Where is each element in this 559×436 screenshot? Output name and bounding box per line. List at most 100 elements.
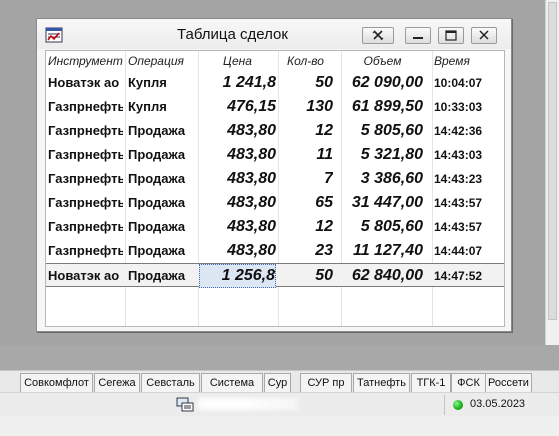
status-date: 03.05.2023 bbox=[470, 398, 526, 410]
trades-table[interactable]: Инструмент Операция Цена Кол-во Объем Вр… bbox=[45, 50, 505, 327]
instrument-tab[interactable]: Система bbox=[201, 373, 263, 392]
cell-instrument: Новатэк ао bbox=[48, 75, 120, 90]
cell-instrument: Газпрнефть bbox=[48, 123, 123, 138]
cell-price: 483,80 bbox=[227, 194, 276, 211]
connection-status-led bbox=[453, 400, 463, 410]
cell-time: 14:47:52 bbox=[434, 269, 483, 283]
pin-button[interactable] bbox=[362, 27, 394, 44]
minimize-icon bbox=[413, 37, 423, 39]
table-row[interactable]: Газпрнефть Продажа 483,80 23 11 127,40 14:44:… bbox=[46, 239, 504, 263]
cell-price: 476,15 bbox=[227, 98, 276, 115]
cell-quantity: 50 bbox=[315, 267, 333, 284]
maximize-button[interactable] bbox=[438, 27, 464, 44]
window-title: Таблица сделок bbox=[177, 26, 288, 43]
cell-price: 483,80 bbox=[227, 242, 276, 259]
cell-instrument: Газпрнефть bbox=[48, 147, 123, 162]
instrument-tab[interactable]: Сегежа bbox=[94, 373, 140, 392]
cell-quantity: 11 bbox=[316, 146, 333, 163]
cell-quantity: 50 bbox=[315, 74, 333, 91]
instrument-tab[interactable]: Россети bbox=[485, 373, 532, 392]
header-time[interactable]: Время bbox=[434, 51, 496, 71]
instrument-tabs: Совкомфлот Сегежа Севсталь Система Сур СУР пр… bbox=[0, 370, 559, 392]
cell-quantity: 130 bbox=[306, 98, 333, 115]
cell-price: 483,80 bbox=[227, 122, 276, 139]
status-divider bbox=[444, 395, 445, 415]
table-row[interactable]: Газпрнефть Купля 476,15 130 61 899,50 10:33:0… bbox=[46, 95, 504, 119]
table-row[interactable]: Газпрнефть Продажа 483,80 11 5 321,80 14:43:0… bbox=[46, 143, 504, 167]
cell-instrument: Новатэк ао bbox=[48, 268, 120, 283]
pin-icon bbox=[372, 30, 384, 41]
cell-time: 14:43:57 bbox=[434, 196, 483, 210]
cell-instrument: Газпрнефть bbox=[48, 195, 123, 210]
redacted-account bbox=[198, 398, 298, 410]
cell-quantity: 7 bbox=[324, 170, 333, 187]
cell-operation: Продажа bbox=[128, 123, 186, 138]
table-header: Инструмент Операция Цена Кол-во Объем Вр… bbox=[46, 51, 504, 71]
close-button[interactable] bbox=[471, 27, 497, 44]
window-titlebar[interactable]: Таблица сделок bbox=[37, 19, 511, 49]
cell-operation: Продажа bbox=[128, 243, 186, 258]
instrument-tab[interactable]: Совкомфлот bbox=[20, 373, 93, 392]
cell-operation: Продажа bbox=[128, 268, 186, 283]
cell-operation: Продажа bbox=[128, 171, 186, 186]
cell-instrument: Газпрнефть bbox=[48, 171, 123, 186]
instrument-tab[interactable]: ТГК-1 bbox=[411, 373, 451, 392]
instrument-tab[interactable]: Сур bbox=[264, 373, 291, 392]
cell-price: 483,80 bbox=[227, 170, 276, 187]
cell-quantity: 23 bbox=[315, 242, 333, 259]
table-row[interactable]: Газпрнефть Продажа 483,80 65 31 447,00 14:43:… bbox=[46, 191, 504, 215]
cell-price: 1 256,8 bbox=[199, 264, 276, 288]
cell-volume: 5 805,60 bbox=[360, 122, 423, 139]
cell-operation: Купля bbox=[128, 75, 167, 90]
cell-time: 14:44:07 bbox=[434, 244, 483, 258]
trades-window: Таблица сделок Инструмент Операция Цена … bbox=[36, 18, 512, 332]
cell-volume: 62 090,00 bbox=[351, 74, 423, 91]
table-row[interactable]: Новатэк ао Купля 1 241,8 50 62 090,00 10:04:0… bbox=[46, 71, 504, 95]
cell-operation: Купля bbox=[128, 99, 167, 114]
cell-quantity: 12 bbox=[315, 218, 333, 235]
cell-time: 14:42:36 bbox=[434, 124, 483, 138]
cell-operation: Продажа bbox=[128, 219, 186, 234]
taskbar-area bbox=[0, 416, 559, 436]
table-row[interactable]: Газпрнефть Продажа 483,80 7 3 386,60 14:43:23 bbox=[46, 167, 504, 191]
table-row[interactable]: Новатэк ао Продажа 1 256,8 50 62 840,00 14:47… bbox=[46, 263, 504, 288]
cell-volume: 31 447,00 bbox=[351, 194, 423, 211]
cell-volume: 5 805,60 bbox=[360, 218, 423, 235]
cell-volume: 3 386,60 bbox=[360, 170, 423, 187]
instrument-tab[interactable]: Севсталь bbox=[141, 373, 200, 392]
cell-time: 10:33:03 bbox=[434, 100, 483, 114]
minimize-button[interactable] bbox=[405, 27, 431, 44]
instrument-tab[interactable]: ФСК bbox=[451, 373, 486, 392]
cell-volume: 61 899,50 bbox=[351, 98, 423, 115]
table-row[interactable]: Газпрнефть Продажа 483,80 12 5 805,60 14:42:3… bbox=[46, 119, 504, 143]
maximize-icon bbox=[445, 30, 457, 41]
header-instrument[interactable]: Инструмент bbox=[48, 51, 123, 71]
cell-instrument: Газпрнефть bbox=[48, 243, 123, 258]
header-volume[interactable]: Объем bbox=[342, 51, 423, 71]
cell-instrument: Газпрнефть bbox=[48, 99, 123, 114]
table-row[interactable]: Газпрнефть Продажа 483,80 12 5 805,60 14:43:5… bbox=[46, 215, 504, 239]
cell-operation: Продажа bbox=[128, 195, 186, 210]
close-icon bbox=[479, 30, 489, 40]
header-quantity[interactable]: Кол-во bbox=[278, 51, 333, 71]
scrollbar-thumb[interactable] bbox=[548, 2, 557, 320]
header-price[interactable]: Цена bbox=[199, 51, 276, 71]
cell-volume: 11 127,40 bbox=[353, 242, 423, 259]
instrument-tab[interactable]: Татнефть bbox=[353, 373, 410, 392]
cell-quantity: 65 bbox=[315, 194, 333, 211]
cell-operation: Продажа bbox=[128, 147, 186, 162]
cell-price: 483,80 bbox=[227, 218, 276, 235]
header-operation[interactable]: Операция bbox=[128, 51, 198, 71]
cell-price: 483,80 bbox=[227, 146, 276, 163]
status-bar: 03.05.2023 bbox=[0, 392, 559, 416]
cell-quantity: 12 bbox=[315, 122, 333, 139]
table-app-icon bbox=[45, 27, 63, 43]
cell-instrument: Газпрнефть bbox=[48, 219, 123, 234]
cell-time: 14:43:03 bbox=[434, 148, 483, 162]
connection-icon bbox=[176, 397, 194, 412]
cell-volume: 62 840,00 bbox=[351, 267, 423, 284]
cell-price: 1 241,8 bbox=[222, 74, 276, 91]
instrument-tab[interactable]: СУР пр bbox=[300, 373, 352, 392]
vertical-scrollbar[interactable] bbox=[545, 0, 559, 345]
cell-time: 14:43:23 bbox=[434, 172, 483, 186]
